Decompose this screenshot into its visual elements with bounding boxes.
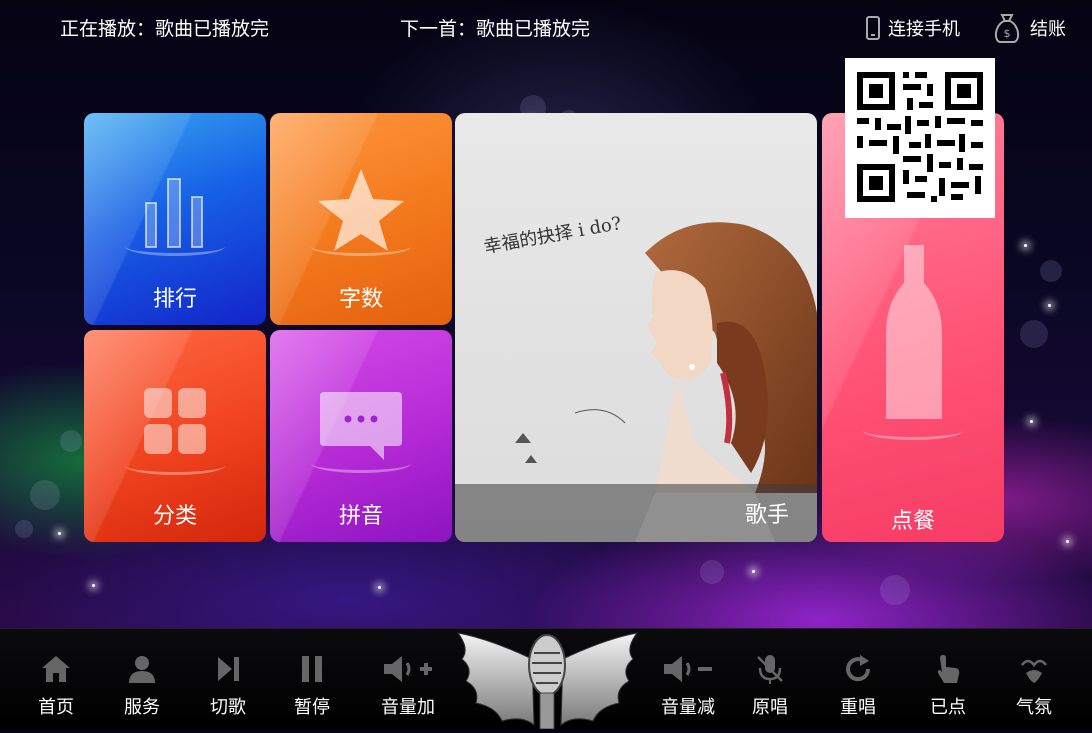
- tile-category[interactable]: 分类: [84, 330, 266, 542]
- refresh-icon: [846, 655, 871, 682]
- original-vocal-button[interactable]: 原唱: [730, 629, 810, 729]
- atmosphere-button[interactable]: 气氛: [994, 629, 1074, 729]
- replay-label: 重唱: [840, 697, 876, 718]
- svg-text:幸福的抉择 i do?: 幸福的抉择 i do?: [482, 213, 623, 258]
- replay-button[interactable]: 重唱: [818, 629, 898, 729]
- phone-icon: [866, 16, 880, 40]
- atmosphere-icon: [1021, 659, 1047, 683]
- volume-up-label: 音量加: [381, 697, 435, 718]
- connect-phone-button[interactable]: 连接手机: [866, 12, 960, 44]
- grid-icon: [144, 388, 206, 454]
- volume-up-icon: [384, 656, 432, 682]
- singer-photo: 幸福的抉择 i do?: [482, 213, 817, 542]
- tile-category-label: 分类: [152, 504, 197, 529]
- tile-rank-label: 排行: [152, 287, 197, 312]
- selected-songs-label: 已点: [930, 697, 966, 718]
- qr-code: [845, 58, 995, 218]
- skip-song-label: 切歌: [210, 697, 246, 718]
- home-icon: [42, 656, 70, 682]
- mic-muted-icon: [757, 655, 783, 684]
- now-playing-text: 正在播放：歌曲已播放完: [60, 18, 270, 40]
- home-label: 首页: [38, 697, 74, 718]
- pause-icon: [302, 656, 322, 682]
- tile-chars[interactable]: 字数: [270, 113, 452, 325]
- svg-text:$: $: [1004, 27, 1011, 40]
- person-icon: [129, 656, 155, 683]
- connect-phone-label: 连接手机: [888, 19, 960, 40]
- volume-down-button[interactable]: 音量减: [648, 629, 728, 729]
- checkout-button[interactable]: $ 结账: [992, 10, 1066, 46]
- tile-rank[interactable]: 排行: [84, 113, 266, 325]
- volume-down-label: 音量减: [661, 697, 715, 718]
- atmosphere-label: 气氛: [1016, 697, 1052, 718]
- volume-down-icon: [664, 656, 712, 682]
- skip-song-button[interactable]: 切歌: [188, 629, 268, 729]
- volume-up-button[interactable]: 音量加: [368, 629, 448, 729]
- tile-pinyin-label: 拼音: [338, 504, 383, 529]
- money-bag-icon: $: [992, 12, 1022, 44]
- checkout-label: 结账: [1030, 19, 1066, 40]
- microphone-wings-logo: [450, 629, 645, 730]
- pause-label: 暂停: [294, 697, 330, 718]
- next-song-text: 下一首：歌曲已播放完: [400, 18, 591, 40]
- chat-bubble-icon: [320, 392, 402, 460]
- service-label: 服务: [124, 697, 160, 718]
- tile-chars-label: 字数: [338, 287, 383, 312]
- home-button[interactable]: 首页: [16, 629, 96, 729]
- bottle-icon: [886, 245, 942, 419]
- pause-button[interactable]: 暂停: [272, 629, 352, 729]
- tile-singer-label: 歌手: [745, 503, 790, 528]
- tile-singer[interactable]: 幸福的抉择 i do? 歌手: [455, 113, 817, 542]
- next-track-icon: [218, 657, 239, 681]
- selected-songs-button[interactable]: 已点: [908, 629, 988, 729]
- original-vocal-label: 原唱: [752, 697, 788, 718]
- tile-food-order-label: 点餐: [890, 509, 935, 534]
- tile-pinyin[interactable]: 拼音: [270, 330, 452, 542]
- bottom-toolbar: 首页 服务 切歌 暂停 音量加 音量减 原唱 重唱 已点 气氛: [0, 628, 1092, 730]
- hand-pointer-icon: [937, 655, 960, 683]
- top-bar: 正在播放：歌曲已播放完 下一首：歌曲已播放完 连接手机 $ 结账: [0, 0, 1092, 56]
- service-button[interactable]: 服务: [102, 629, 182, 729]
